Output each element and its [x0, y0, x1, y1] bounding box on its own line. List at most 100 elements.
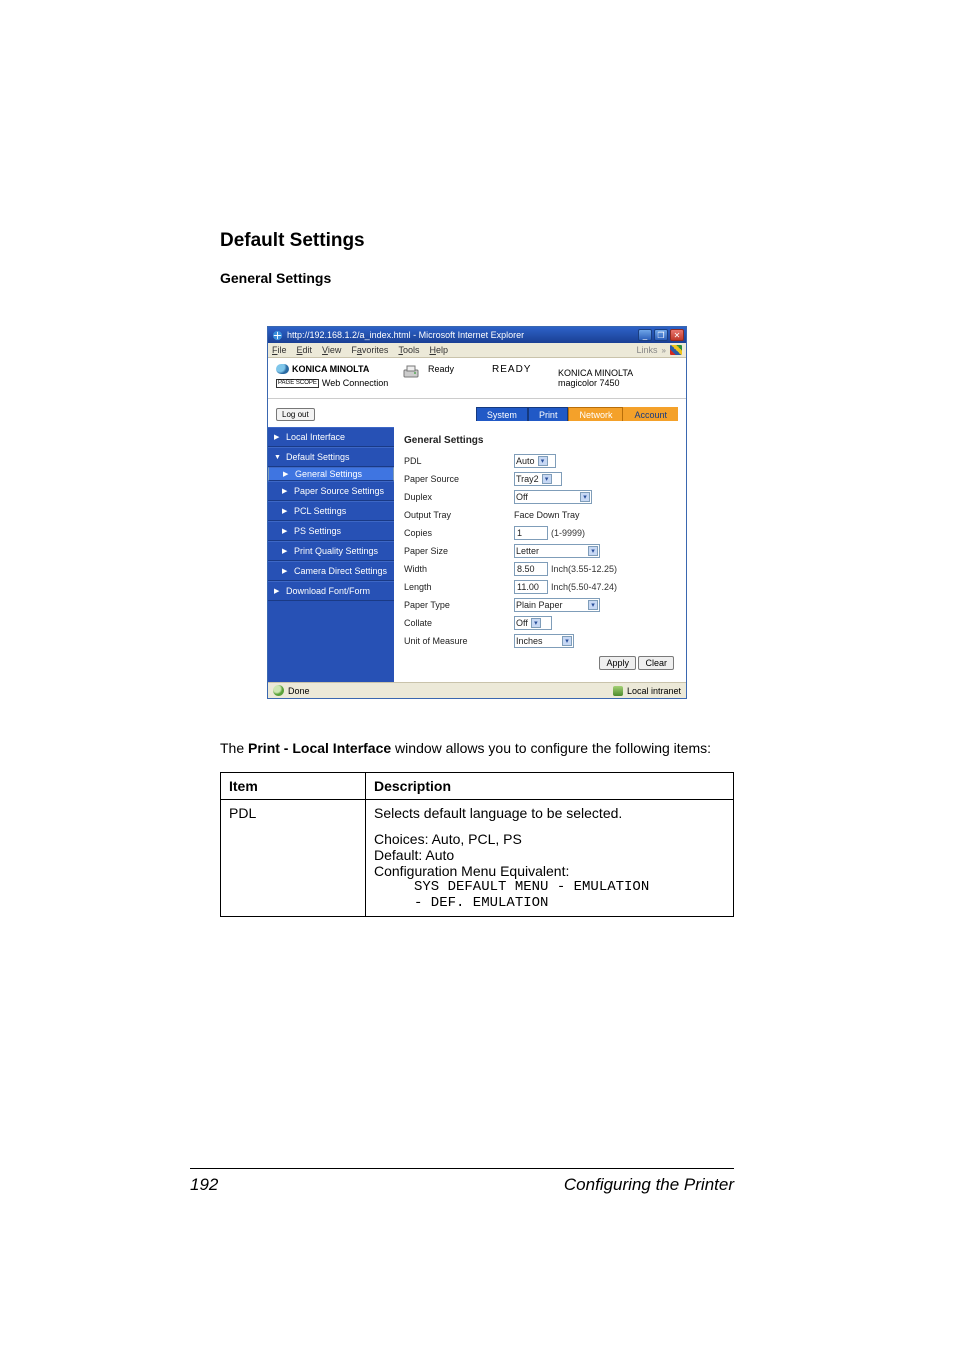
clear-button[interactable]: Clear: [638, 656, 674, 670]
zone-icon: [613, 686, 623, 696]
sidebar-item-print-quality-settings[interactable]: ▶ Print Quality Settings: [268, 541, 394, 561]
row-output-tray: Output Tray Face Down Tray: [404, 506, 680, 524]
chevron-down-icon: ▾: [531, 618, 541, 628]
label-collate: Collate: [404, 618, 514, 628]
description-table: Item Description PDL Selects default lan…: [220, 772, 734, 917]
chevron-down-icon: ▾: [542, 474, 552, 484]
th-description: Description: [366, 772, 734, 799]
window-minimize-button[interactable]: _: [638, 329, 652, 341]
select-value: Plain Paper: [516, 600, 563, 610]
intro-paragraph: The Print - Local Interface window allow…: [220, 739, 734, 758]
select-collate[interactable]: Off▾: [514, 616, 552, 630]
sidebar-item-label: Paper Source Settings: [294, 486, 384, 496]
page-footer: 192 Configuring the Printer: [190, 1168, 734, 1195]
select-pdl[interactable]: Auto▾: [514, 454, 556, 468]
window-maximize-button[interactable]: ❐: [654, 329, 668, 341]
para-bold: Print - Local Interface: [248, 740, 391, 756]
done-icon: [273, 685, 284, 696]
triangle-down-icon: ▼: [274, 454, 282, 461]
triangle-right-icon: ▶: [282, 527, 290, 535]
hint-width: Inch(3.55-12.25): [551, 564, 617, 574]
apply-button[interactable]: Apply: [599, 656, 636, 670]
menu-tools[interactable]: Tools: [398, 345, 419, 355]
sidebar-item-default-settings[interactable]: ▼ Default Settings: [268, 447, 394, 467]
triangle-right-icon: ▶: [283, 470, 291, 478]
desc-line: Selects default language to be selected.: [374, 805, 725, 821]
pagescope-label: Web Connection: [322, 378, 388, 388]
select-paper-size[interactable]: Letter▾: [514, 544, 600, 558]
tab-system[interactable]: System: [476, 407, 528, 421]
printer-status-icon: [402, 364, 420, 380]
para-pre: The: [220, 740, 248, 756]
select-uom[interactable]: Inches▾: [514, 634, 574, 648]
menu-edit[interactable]: Edit: [297, 345, 313, 355]
browser-titlebar: http://192.168.1.2/a_index.html - Micros…: [268, 327, 686, 343]
sidebar-item-ps-settings[interactable]: ▶ PS Settings: [268, 521, 394, 541]
menu-view[interactable]: View: [322, 345, 341, 355]
label-copies: Copies: [404, 528, 514, 538]
label-length: Length: [404, 582, 514, 592]
sidebar-item-pcl-settings[interactable]: ▶PCL Settings: [268, 501, 394, 521]
sidebar-item-label: General Settings: [295, 469, 362, 479]
printer-status-main: READY: [492, 364, 531, 375]
select-value: Off: [516, 492, 528, 502]
sidebar-item-local-interface[interactable]: ▶Local Interface: [268, 427, 394, 447]
input-length[interactable]: 11.00: [514, 580, 548, 594]
sidebar-item-label: Camera Direct Settings: [294, 566, 387, 576]
sidebar-item-paper-source-settings[interactable]: ▶Paper Source Settings: [268, 481, 394, 501]
links-label[interactable]: Links: [637, 345, 658, 355]
select-value: Tray2: [516, 474, 539, 484]
sidebar-item-label: Download Font/Form: [286, 586, 370, 596]
sidebar-item-label: Default Settings: [286, 452, 350, 462]
label-paper-type: Paper Type: [404, 600, 514, 610]
chevron-down-icon: ▾: [588, 546, 598, 556]
triangle-right-icon: ▶: [274, 587, 282, 595]
select-paper-type[interactable]: Plain Paper▾: [514, 598, 600, 612]
para-post: window allows you to configure the follo…: [391, 740, 711, 756]
sidebar-item-download-font-form[interactable]: ▶ Download Font/Form: [268, 581, 394, 601]
tab-account[interactable]: Account: [623, 407, 678, 421]
row-pdl: PDL Auto▾: [404, 452, 680, 470]
ie-icon: [272, 330, 283, 341]
menu-file[interactable]: File: [272, 345, 287, 355]
desc-line: Configuration Menu Equivalent:: [374, 863, 725, 879]
row-duplex: Duplex Off▾: [404, 488, 680, 506]
device-model: magicolor 7450: [558, 378, 678, 388]
logout-button[interactable]: Log out: [276, 408, 315, 421]
label-pdl: PDL: [404, 456, 514, 466]
sidebar-item-label: Print Quality Settings: [294, 546, 378, 556]
label-uom: Unit of Measure: [404, 636, 514, 646]
pagescope-badge-icon: PAGE SCOPE: [276, 379, 319, 388]
heading-general-settings: General Settings: [220, 270, 734, 286]
ie-flag-icon: [670, 345, 682, 355]
select-duplex[interactable]: Off▾: [514, 490, 592, 504]
sidebar-item-general-settings[interactable]: ▶ General Settings: [268, 467, 394, 481]
table-row: PDL Selects default language to be selec…: [221, 799, 734, 916]
row-length: Length 11.00 Inch(5.50-47.24): [404, 578, 680, 596]
input-value: 1: [517, 528, 522, 538]
input-value: 8.50: [517, 564, 535, 574]
menu-help[interactable]: Help: [429, 345, 448, 355]
tab-print[interactable]: Print: [528, 407, 569, 421]
printer-status-label: Ready: [428, 364, 454, 374]
menu-favorites[interactable]: Favorites: [351, 345, 388, 355]
toolbar-row: Log out System Print Network Account: [268, 399, 686, 427]
input-copies[interactable]: 1: [514, 526, 548, 540]
page-number: 192: [190, 1175, 218, 1195]
row-paper-size: Paper Size Letter▾: [404, 542, 680, 560]
hint-copies: (1-9999): [551, 528, 585, 538]
triangle-right-icon: ▶: [282, 507, 290, 515]
sidebar-item-label: PS Settings: [294, 526, 341, 536]
window-close-button[interactable]: ✕: [670, 329, 684, 341]
triangle-right-icon: ▶: [282, 547, 290, 555]
label-paper-size: Paper Size: [404, 546, 514, 556]
links-chevron-icon[interactable]: »: [662, 346, 666, 355]
tab-network[interactable]: Network: [568, 407, 623, 421]
th-item: Item: [221, 772, 366, 799]
tab-bar: System Print Network Account: [476, 407, 678, 421]
input-width[interactable]: 8.50: [514, 562, 548, 576]
status-done: Done: [288, 686, 310, 696]
select-paper-source[interactable]: Tray2▾: [514, 472, 562, 486]
heading-default-settings: Default Settings: [220, 230, 734, 252]
sidebar-item-camera-direct-settings[interactable]: ▶Camera Direct Settings: [268, 561, 394, 581]
